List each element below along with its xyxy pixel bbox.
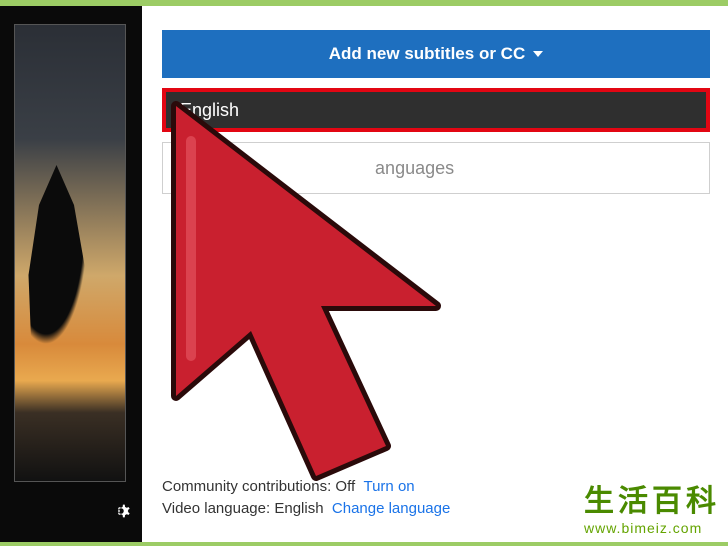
language-option-label: English <box>180 100 239 121</box>
footer-info: Community contributions: Off Turn on Vid… <box>162 476 450 520</box>
community-value: Off <box>335 478 355 495</box>
community-label: Community contributions: <box>162 478 331 495</box>
search-placeholder-right: anguages <box>375 158 454 179</box>
video-panel <box>0 6 142 542</box>
subtitles-pane: Add new subtitles or CC English Search 1… <box>156 6 718 542</box>
content-area: Add new subtitles or CC English Search 1… <box>0 6 728 542</box>
video-scene <box>25 165 95 365</box>
gear-icon[interactable] <box>110 500 132 526</box>
video-thumbnail <box>14 24 126 482</box>
video-language-label: Video language: <box>162 500 270 517</box>
language-option-english[interactable]: English <box>162 88 710 132</box>
watermark-title: 生活百科 <box>584 476 720 520</box>
watermark: 生活百科 www.bimeiz.com <box>584 476 720 536</box>
search-placeholder-left: Search 1 <box>183 158 255 179</box>
language-search-input[interactable]: Search 1 anguages <box>162 142 710 194</box>
video-language-value: English <box>274 500 323 517</box>
caret-down-icon <box>533 51 543 57</box>
watermark-url: www.bimeiz.com <box>584 520 720 536</box>
change-language-link[interactable]: Change language <box>332 500 450 517</box>
add-subtitles-label: Add new subtitles or CC <box>329 44 525 64</box>
turn-on-link[interactable]: Turn on <box>363 478 414 495</box>
add-subtitles-button[interactable]: Add new subtitles or CC <box>162 30 710 78</box>
